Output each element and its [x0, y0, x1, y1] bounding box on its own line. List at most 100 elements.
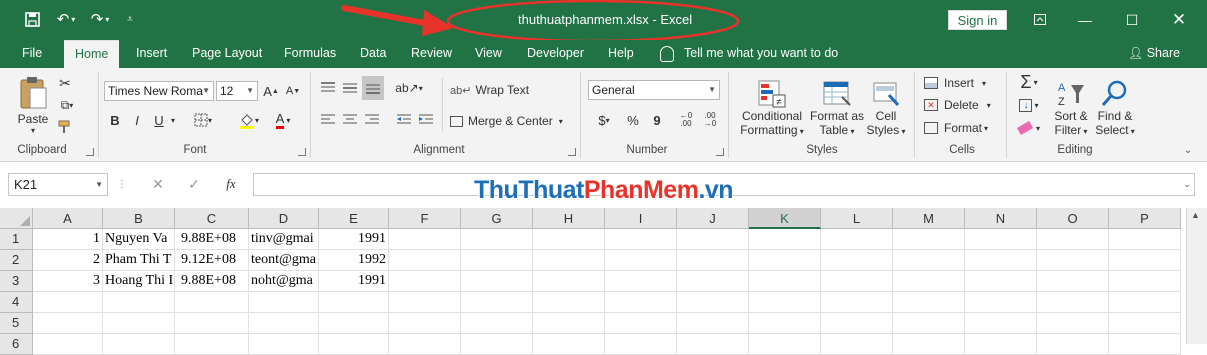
sort-filter-button[interactable]: AZ Sort & Filter ▾ — [1050, 74, 1092, 142]
cell-c1[interactable]: 9.88E+08 — [175, 229, 249, 250]
percent-button[interactable]: % — [624, 110, 642, 130]
row-header-6[interactable]: 6 — [0, 334, 33, 355]
number-launcher-icon[interactable] — [716, 148, 724, 156]
cell-h5[interactable] — [533, 313, 605, 334]
column-header-o[interactable]: O — [1037, 208, 1109, 229]
enter-icon[interactable]: ✓ — [184, 174, 204, 194]
format-painter-icon[interactable] — [56, 118, 74, 136]
column-header-k[interactable]: K — [749, 208, 821, 229]
cell-g2[interactable] — [461, 250, 533, 271]
cell-p2[interactable] — [1109, 250, 1181, 271]
delete-cells-button[interactable]: ✕ Delete ▾ — [924, 95, 996, 115]
align-center-icon[interactable] — [340, 110, 360, 130]
cell-i2[interactable] — [605, 250, 677, 271]
customize-qat-icon[interactable]: ⩡ — [122, 6, 138, 32]
cell-n3[interactable] — [965, 271, 1037, 292]
cell-k1[interactable] — [749, 229, 821, 250]
cell-l4[interactable] — [821, 292, 893, 313]
maximize-icon[interactable]: ☐ — [1121, 10, 1143, 30]
cell-f4[interactable] — [389, 292, 461, 313]
cell-c6[interactable] — [175, 334, 249, 355]
column-header-n[interactable]: N — [965, 208, 1037, 229]
conditional-formatting-button[interactable]: ≠ Conditional Formatting ▾ — [736, 74, 808, 142]
clipboard-launcher-icon[interactable] — [86, 148, 94, 156]
align-bottom-icon[interactable] — [362, 76, 384, 100]
cell-p5[interactable] — [1109, 313, 1181, 334]
cell-a5[interactable] — [33, 313, 103, 334]
currency-button[interactable]: $ ▾ — [592, 110, 616, 130]
copy-icon[interactable]: ⧉ ▾ — [54, 96, 80, 114]
row-header-4[interactable]: 4 — [0, 292, 33, 313]
cell-k4[interactable] — [749, 292, 821, 313]
formula-bar-grip-icon[interactable]: ⋮ — [117, 174, 127, 194]
cell-c5[interactable] — [175, 313, 249, 334]
column-header-h[interactable]: H — [533, 208, 605, 229]
cell-b1[interactable]: Nguyen Va — [103, 229, 175, 250]
cell-g4[interactable] — [461, 292, 533, 313]
cell-f1[interactable] — [389, 229, 461, 250]
row-header-2[interactable]: 2 — [0, 250, 33, 271]
align-left-icon[interactable] — [318, 110, 338, 130]
vertical-scrollbar[interactable]: ▲ — [1186, 208, 1207, 344]
format-cells-button[interactable]: Format ▾ — [924, 118, 998, 138]
italic-button[interactable]: I — [128, 110, 146, 130]
row-header-3[interactable]: 3 — [0, 271, 33, 292]
row-header-1[interactable]: 1 — [0, 229, 33, 250]
tab-data[interactable]: Data — [360, 40, 386, 68]
cell-i5[interactable] — [605, 313, 677, 334]
cell-o3[interactable] — [1037, 271, 1109, 292]
cell-p6[interactable] — [1109, 334, 1181, 355]
cell-m2[interactable] — [893, 250, 965, 271]
tab-developer[interactable]: Developer — [527, 40, 584, 68]
cell-i1[interactable] — [605, 229, 677, 250]
increase-font-icon[interactable]: A ▲ — [262, 81, 280, 101]
cell-p1[interactable] — [1109, 229, 1181, 250]
column-header-b[interactable]: B — [103, 208, 175, 229]
cell-g5[interactable] — [461, 313, 533, 334]
cell-d5[interactable] — [249, 313, 319, 334]
save-icon[interactable] — [20, 6, 44, 32]
alignment-launcher-icon[interactable] — [568, 148, 576, 156]
decrease-font-icon[interactable]: A ▼ — [284, 81, 302, 101]
column-header-e[interactable]: E — [319, 208, 389, 229]
name-box[interactable]: K21 ▼ — [8, 173, 108, 196]
column-header-a[interactable]: A — [33, 208, 103, 229]
cell-g1[interactable] — [461, 229, 533, 250]
undo-icon[interactable]: ↶ ▾ — [52, 6, 80, 32]
cell-l1[interactable] — [821, 229, 893, 250]
cell-o5[interactable] — [1037, 313, 1109, 334]
borders-icon[interactable]: ▾ — [190, 110, 216, 130]
cell-m6[interactable] — [893, 334, 965, 355]
cell-p4[interactable] — [1109, 292, 1181, 313]
cell-m3[interactable] — [893, 271, 965, 292]
cell-h6[interactable] — [533, 334, 605, 355]
cell-d4[interactable] — [249, 292, 319, 313]
tab-view[interactable]: View — [475, 40, 502, 68]
cell-l5[interactable] — [821, 313, 893, 334]
cell-n6[interactable] — [965, 334, 1037, 355]
column-header-j[interactable]: J — [677, 208, 749, 229]
cell-j5[interactable] — [677, 313, 749, 334]
cell-a2[interactable]: 2 — [33, 250, 103, 271]
close-icon[interactable]: ✕ — [1168, 10, 1190, 30]
column-header-g[interactable]: G — [461, 208, 533, 229]
cell-j3[interactable] — [677, 271, 749, 292]
cell-c2[interactable]: 9.12E+08 — [175, 250, 249, 271]
cell-h3[interactable] — [533, 271, 605, 292]
column-header-m[interactable]: M — [893, 208, 965, 229]
increase-decimal-icon[interactable]: ←0.00 — [676, 110, 696, 130]
cell-e3[interactable]: 1991 — [319, 271, 389, 292]
cell-k2[interactable] — [749, 250, 821, 271]
collapse-ribbon-icon[interactable]: ⌄ — [1180, 142, 1196, 158]
cell-d3[interactable]: noht@gma — [249, 271, 319, 292]
font-launcher-icon[interactable] — [298, 148, 306, 156]
cell-b4[interactable] — [103, 292, 175, 313]
share-button[interactable]: 👤︎ Share — [1128, 40, 1180, 68]
cell-m1[interactable] — [893, 229, 965, 250]
cell-h1[interactable] — [533, 229, 605, 250]
cell-f6[interactable] — [389, 334, 461, 355]
cell-k6[interactable] — [749, 334, 821, 355]
cell-n4[interactable] — [965, 292, 1037, 313]
cell-k3[interactable] — [749, 271, 821, 292]
cell-e1[interactable]: 1991 — [319, 229, 389, 250]
